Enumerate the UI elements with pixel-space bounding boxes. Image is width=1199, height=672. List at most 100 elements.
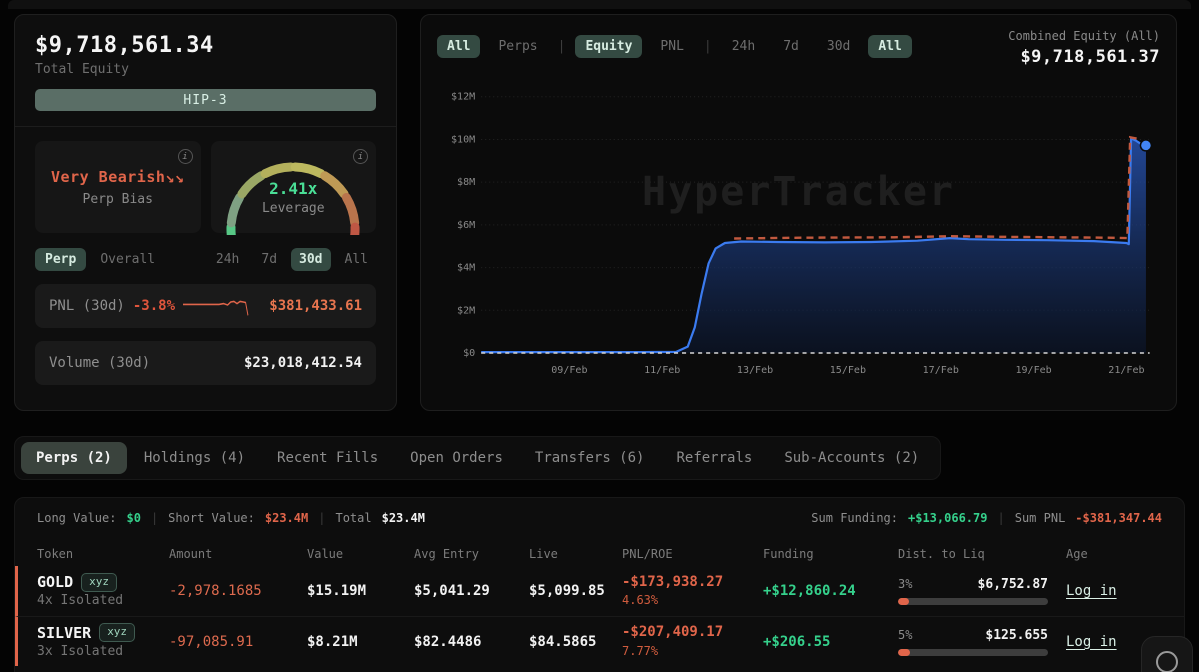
- positions-panel: Long Value: $0 | Short Value: $23.4M | T…: [14, 497, 1185, 672]
- tab-recent-fills[interactable]: Recent Fills: [262, 442, 393, 474]
- tab-holdings[interactable]: Holdings (4): [129, 442, 260, 474]
- svg-text:21/Feb: 21/Feb: [1108, 365, 1144, 376]
- roe-value: 4.63%: [622, 592, 763, 609]
- avg-entry-cell: $82.4486: [414, 634, 529, 650]
- svg-text:19/Feb: 19/Feb: [1015, 365, 1051, 376]
- token-cell: SILVER xyz 3x Isolated: [37, 623, 169, 661]
- separator: |: [702, 39, 714, 54]
- section-tabs: Perps (2) Holdings (4) Recent Fills Open…: [14, 436, 941, 480]
- leverage-gauge: 2.41x Leverage: [211, 141, 377, 233]
- chart-metric-equity[interactable]: Equity: [575, 35, 642, 58]
- timeframe-30d[interactable]: 30d: [291, 248, 330, 271]
- col-value: Value: [307, 547, 414, 561]
- svg-text:$6M: $6M: [457, 220, 475, 231]
- log-in-link[interactable]: Log in: [1066, 583, 1162, 599]
- pnl-30d-row: PNL (30d) -3.8% $381,433.61: [35, 284, 376, 328]
- help-icon: [1156, 651, 1178, 672]
- funding-cell: +$206.55: [763, 634, 898, 650]
- separator: |: [151, 511, 158, 525]
- chart-metric-pnl[interactable]: PNL: [650, 35, 693, 58]
- col-token: Token: [37, 547, 169, 561]
- chart-timeframe-30d[interactable]: 30d: [817, 35, 860, 58]
- short-value: $23.4M: [265, 511, 308, 525]
- timeframe-all[interactable]: All: [337, 248, 376, 271]
- scope-tab-overall[interactable]: Overall: [100, 248, 165, 271]
- dist-to-liq-cell: 3% $6,752.87: [898, 577, 1048, 605]
- table-row[interactable]: SILVER xyz 3x Isolated -97,085.91 $8.21M…: [15, 616, 1184, 666]
- hip3-badge[interactable]: HIP-3: [35, 89, 376, 111]
- avg-entry-cell: $5,041.29: [414, 583, 529, 599]
- chart-scope-all[interactable]: All: [437, 35, 480, 58]
- window-top-strip: [8, 0, 1191, 9]
- volume-label: Volume (30d): [49, 355, 150, 371]
- token-tag-badge: xyz: [99, 623, 135, 642]
- chart-scope-perps[interactable]: Perps: [488, 35, 547, 58]
- dist-percent: 3%: [898, 577, 912, 591]
- svg-text:$8M: $8M: [457, 177, 475, 188]
- long-value: $0: [126, 511, 140, 525]
- liq-progress-bar: [898, 598, 1048, 605]
- separator: |: [556, 39, 568, 54]
- chart-timeframe-7d[interactable]: 7d: [773, 35, 809, 58]
- col-dist-to-liq: Dist. to Liq: [898, 547, 1066, 561]
- total-equity-value: $9,718,561.34: [35, 33, 376, 58]
- combined-equity-block: Combined Equity (All) $9,718,561.37: [1008, 29, 1160, 67]
- col-pnl-roe: PNL/ROE: [622, 547, 763, 561]
- perp-bias-value: Very Bearish↘↘: [51, 168, 184, 186]
- separator: |: [318, 511, 325, 525]
- pnl-value: -$173,938.27: [622, 573, 763, 593]
- short-value-label: Short Value:: [168, 511, 255, 525]
- token-name: SILVER: [37, 623, 91, 643]
- svg-text:$4M: $4M: [457, 263, 475, 274]
- scope-tab-perp[interactable]: Perp: [35, 248, 86, 271]
- leverage-value: 2.41x: [211, 179, 377, 198]
- pnl-value: $381,433.61: [269, 298, 362, 314]
- divider: [15, 126, 396, 127]
- sum-funding-value: +$13,066.79: [908, 511, 987, 525]
- positions-summary: Long Value: $0 | Short Value: $23.4M | T…: [15, 511, 1184, 525]
- chart-area[interactable]: HyperTracker $0$2M$4M$6M$8M$10M$12M09/Fe…: [437, 73, 1160, 385]
- leverage-card: i 2.41x Leverage: [211, 141, 377, 233]
- roe-value: 7.77%: [622, 643, 763, 660]
- tab-perps[interactable]: Perps (2): [21, 442, 127, 474]
- col-amount: Amount: [169, 547, 307, 561]
- tab-sub-accounts[interactable]: Sub-Accounts (2): [769, 442, 934, 474]
- svg-text:13/Feb: 13/Feb: [737, 365, 773, 376]
- timeframe-24h[interactable]: 24h: [208, 248, 247, 271]
- combined-equity-value: $9,718,561.37: [1008, 47, 1160, 67]
- tab-referrals[interactable]: Referrals: [661, 442, 767, 474]
- svg-text:$10M: $10M: [451, 134, 475, 145]
- total-value-label: Total: [335, 511, 371, 525]
- col-live: Live: [529, 547, 622, 561]
- live-cell: $5,099.85: [529, 583, 622, 599]
- volume-30d-row: Volume (30d) $23,018,412.54: [35, 341, 376, 385]
- svg-text:11/Feb: 11/Feb: [644, 365, 680, 376]
- chart-timeframe-24h[interactable]: 24h: [722, 35, 765, 58]
- token-cell: GOLD xyz 4x Isolated: [37, 572, 169, 610]
- long-value-label: Long Value:: [37, 511, 116, 525]
- bias-cards: i Very Bearish↘↘ Perp Bias i 2.41x Lever…: [35, 141, 376, 233]
- help-button[interactable]: [1141, 636, 1193, 672]
- chart-timeframe-all[interactable]: All: [868, 35, 911, 58]
- equity-chart[interactable]: $0$2M$4M$6M$8M$10M$12M09/Feb11/Feb13/Feb…: [437, 73, 1160, 385]
- table-row[interactable]: GOLD xyz 4x Isolated -2,978.1685 $15.19M…: [15, 566, 1184, 616]
- svg-text:17/Feb: 17/Feb: [923, 365, 959, 376]
- equity-chart-panel: All Perps | Equity PNL | 24h 7d 30d All …: [420, 14, 1177, 411]
- info-icon[interactable]: i: [178, 149, 193, 164]
- tab-transfers[interactable]: Transfers (6): [520, 442, 660, 474]
- amount-cell: -2,978.1685: [169, 583, 307, 599]
- live-cell: $84.5865: [529, 634, 622, 650]
- chart-filter-chips: All Perps | Equity PNL | 24h 7d 30d All: [437, 35, 912, 58]
- pnl-sparkline: [183, 293, 261, 319]
- svg-text:$0: $0: [463, 348, 475, 359]
- table-header: Token Amount Value Avg Entry Live PNL/RO…: [15, 542, 1184, 566]
- token-tag-badge: xyz: [81, 573, 117, 592]
- pnl-percent: -3.8%: [133, 298, 175, 314]
- liq-progress-bar: [898, 649, 1048, 656]
- svg-text:09/Feb: 09/Feb: [551, 365, 587, 376]
- separator: |: [997, 511, 1004, 525]
- timeframe-7d[interactable]: 7d: [253, 248, 285, 271]
- tab-open-orders[interactable]: Open Orders: [395, 442, 518, 474]
- pnl-roe-cell: -$173,938.27 4.63%: [622, 573, 763, 609]
- top-row: $9,718,561.34 Total Equity HIP-3 i Very …: [0, 0, 1199, 411]
